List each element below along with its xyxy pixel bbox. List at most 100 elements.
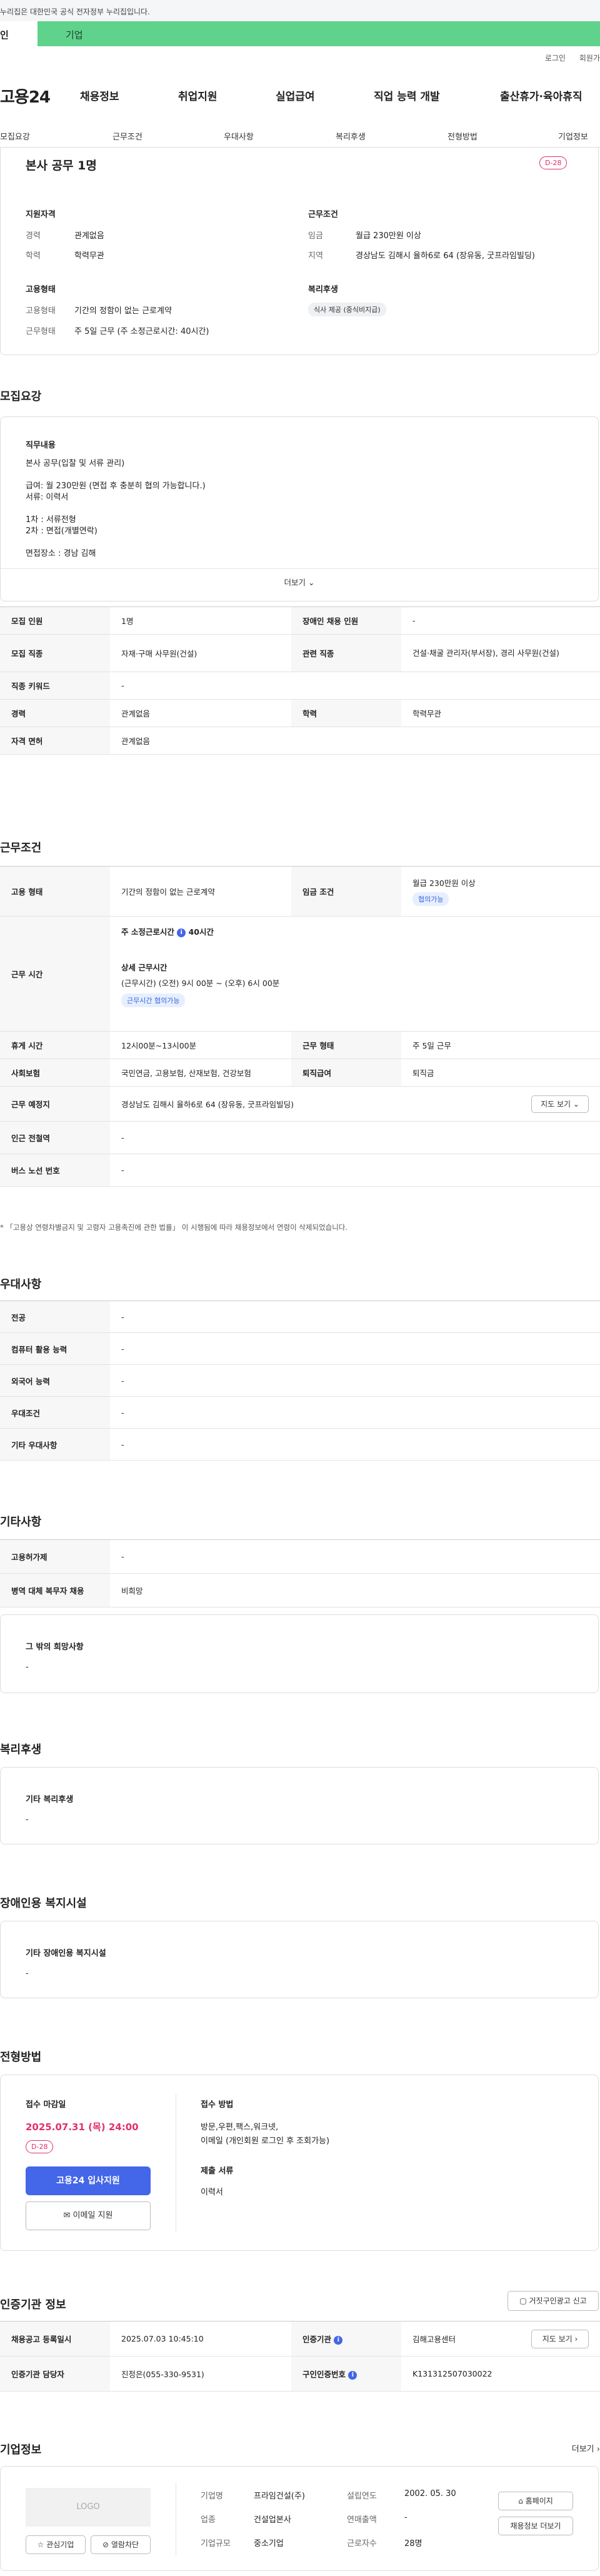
cell-header: 구인인증번호 i xyxy=(291,2356,401,2392)
work-type-label: 근무형태 xyxy=(26,327,56,336)
login-link[interactable]: 로그인 xyxy=(545,54,566,63)
tab-recruit[interactable]: 모집요강 xyxy=(0,130,30,142)
section-tabs: 모집요강 근무조건 우대사항 복리후생 전형방법 기업정보 xyxy=(0,125,600,148)
cond-heading: 근무조건 xyxy=(308,210,338,219)
table-row: 버스 노선 번호 - xyxy=(0,1154,600,1187)
table-row: 고용허가제 - xyxy=(0,1539,600,1574)
tab-welfare[interactable]: 복리후생 xyxy=(336,130,366,142)
cell-header: 인증기관 담당자 xyxy=(0,2356,110,2392)
info-icon[interactable]: i xyxy=(177,928,186,937)
emp-type-label: 고용형태 xyxy=(26,306,56,316)
cell-header: 사회보험 xyxy=(0,1059,110,1087)
company-heading: 기업정보 xyxy=(0,2443,42,2457)
tab-company[interactable]: 기업정보 xyxy=(558,130,588,142)
cell-header: 컴퓨터 활용 능력 xyxy=(0,1332,110,1365)
cell-header: 장애인 채용 인원 xyxy=(291,606,401,635)
cell-header: 전공 xyxy=(0,1301,110,1333)
edu-value: 학력무관 xyxy=(74,251,104,261)
chevron-right-icon: › xyxy=(574,2335,578,2343)
wage-text: 월급 230만원 이상 xyxy=(412,878,476,888)
company-logo: LOGO xyxy=(26,2488,151,2527)
table-row: 컴퓨터 활용 능력 - xyxy=(0,1332,600,1365)
cell-value: - xyxy=(110,1428,600,1461)
homepage-button[interactable]: ⌂ 홈페이지 xyxy=(498,2492,573,2510)
info-icon[interactable]: i xyxy=(334,2335,343,2345)
work-place: 경상남도 김해시 율하6로 64 (장유동, 굿프라임빌딩) xyxy=(121,1100,294,1109)
signup-link[interactable]: 회원가 xyxy=(579,54,600,63)
employees: 28명 xyxy=(404,2539,422,2548)
gnb-employment-support[interactable]: 취업지원 xyxy=(178,88,218,103)
table-row: 모집 인원 1명 장애인 채용 인원 - xyxy=(0,606,600,635)
cell-value: - xyxy=(110,1364,600,1397)
favorite-company-button[interactable]: ☆ 관심기업 xyxy=(26,2535,86,2554)
agency-map-button[interactable]: 지도 보기 › xyxy=(531,2330,589,2348)
tab-preferences[interactable]: 우대사항 xyxy=(224,130,254,142)
agency-table: 채용공고 등록일시 2025.07.03 10:45:10 인증기관 i 김해고… xyxy=(0,2321,600,2392)
job-desc-line: 2차 : 면접(개별연락) xyxy=(26,526,98,536)
cell-value: 건설·채굴 관리자(부서장), 경리 사무원(건설) xyxy=(401,634,600,672)
company-size: 중소기업 xyxy=(254,2539,284,2548)
cell-header: 근무 예정지 xyxy=(0,1086,110,1122)
cell-value: 진정은(055-330-9531) xyxy=(110,2356,291,2392)
table-row: 인증기관 담당자 진정은(055-330-9531) 구인인증번호 i K131… xyxy=(0,2356,600,2392)
cell-value: 관계없음 xyxy=(110,699,291,727)
gnb-skill-development[interactable]: 직업 능력 개발 xyxy=(374,88,440,103)
recruit-table: 모집 인원 1명 장애인 채용 인원 - 모집 직종 자재·구매 사무원(건설)… xyxy=(0,606,600,755)
employees-label: 근로자수 xyxy=(347,2539,377,2548)
company-name-label: 기업명 xyxy=(201,2492,223,2501)
cell-header: 채용공고 등록일시 xyxy=(0,2321,110,2357)
career-label: 경력 xyxy=(26,231,41,241)
cell-value: - xyxy=(110,1301,600,1333)
work-table: 고용 형태 기간의 정함이 없는 근로계약 임금 조건 월급 230만원 이상 … xyxy=(0,866,600,1187)
disabled-value: - xyxy=(26,1969,29,1978)
tab-company[interactable]: 기업 xyxy=(38,21,600,46)
cell-value: - xyxy=(110,1396,600,1429)
cell-header: 우대조건 xyxy=(0,1396,110,1429)
cell-value: 학력무관 xyxy=(401,699,600,727)
apply-button[interactable]: 고용24 입사지원 xyxy=(26,2166,151,2195)
job-title: 본사 공무 1명 xyxy=(26,159,97,173)
region-label: 지역 xyxy=(308,251,323,261)
info-icon[interactable]: i xyxy=(348,2370,358,2380)
tab-work-conditions[interactable]: 근무조건 xyxy=(112,130,142,142)
job-desc-line: 서류: 이력서 xyxy=(26,493,69,502)
table-row: 기타 우대사항 - xyxy=(0,1428,600,1461)
cell-header: 경력 xyxy=(0,699,110,727)
cell-header: 휴게 시간 xyxy=(0,1031,110,1059)
map-button[interactable]: 지도 보기 ⌄ xyxy=(531,1095,589,1113)
docs-value: 이력서 xyxy=(201,2188,223,2197)
cell-header: 모집 직종 xyxy=(0,634,110,672)
cell-header: 임금 조건 xyxy=(291,866,401,917)
block-view-button[interactable]: ⊘ 열람차단 xyxy=(91,2535,151,2554)
cell-value: 경상남도 김해시 율하6로 64 (장유동, 굿프라임빌딩) 지도 보기 ⌄ xyxy=(110,1086,600,1122)
industry: 건설업본사 xyxy=(254,2515,291,2525)
gnb-parental-leave[interactable]: 출산휴가·육아휴직 xyxy=(500,88,582,103)
cell-value: 월급 230만원 이상 협의가능 xyxy=(401,866,600,917)
cell-value: - xyxy=(110,672,600,700)
cell-value: K131312507030022 xyxy=(401,2356,600,2392)
email-apply-button[interactable]: ✉ 이메일 지원 xyxy=(26,2201,151,2230)
welfare-section-heading: 복리후생 xyxy=(0,1743,42,1756)
company-card: LOGO ☆ 관심기업 ⊘ 열람차단 기업명 프라임건설(주) 업종 건설업본사… xyxy=(0,2466,599,2571)
report-fake-ad-button[interactable]: ▢ 거짓구인광고 신고 xyxy=(508,2291,599,2311)
negotiable-chip: 협의가능 xyxy=(412,892,449,906)
wage-label: 임금 xyxy=(308,231,323,241)
table-row: 외국어 능력 - xyxy=(0,1364,600,1397)
table-row: 자격 면허 관계없음 xyxy=(0,727,600,755)
cell-header: 병역 대체 복무자 채용 xyxy=(0,1573,110,1607)
job-desc-line: 본사 공무(입찰 및 서류 관리) xyxy=(26,459,125,468)
site-logo[interactable]: 고용24 xyxy=(0,84,51,108)
cell-value: 1명 xyxy=(110,606,291,635)
table-row: 휴게 시간 12시00분~13시00분 근무 형태 주 5일 근무 xyxy=(0,1031,600,1059)
chevron-down-icon: ⌄ xyxy=(572,1100,579,1109)
tab-personal[interactable]: 인 xyxy=(0,21,38,46)
gnb-job-info[interactable]: 채용정보 xyxy=(80,88,119,103)
table-row: 병역 대체 복무자 채용 비희망 xyxy=(0,1573,600,1607)
cell-header: 버스 노선 번호 xyxy=(0,1154,110,1187)
tab-screening[interactable]: 전형방법 xyxy=(448,130,478,142)
cell-value: - xyxy=(110,1539,600,1574)
company-jobs-button[interactable]: 채용정보 더보기 xyxy=(498,2517,573,2535)
gnb-unemployment-benefit[interactable]: 실업급여 xyxy=(276,88,315,103)
company-more-link[interactable]: 더보기 › xyxy=(572,2442,600,2454)
more-button[interactable]: 더보기 ⌄ xyxy=(1,576,598,588)
